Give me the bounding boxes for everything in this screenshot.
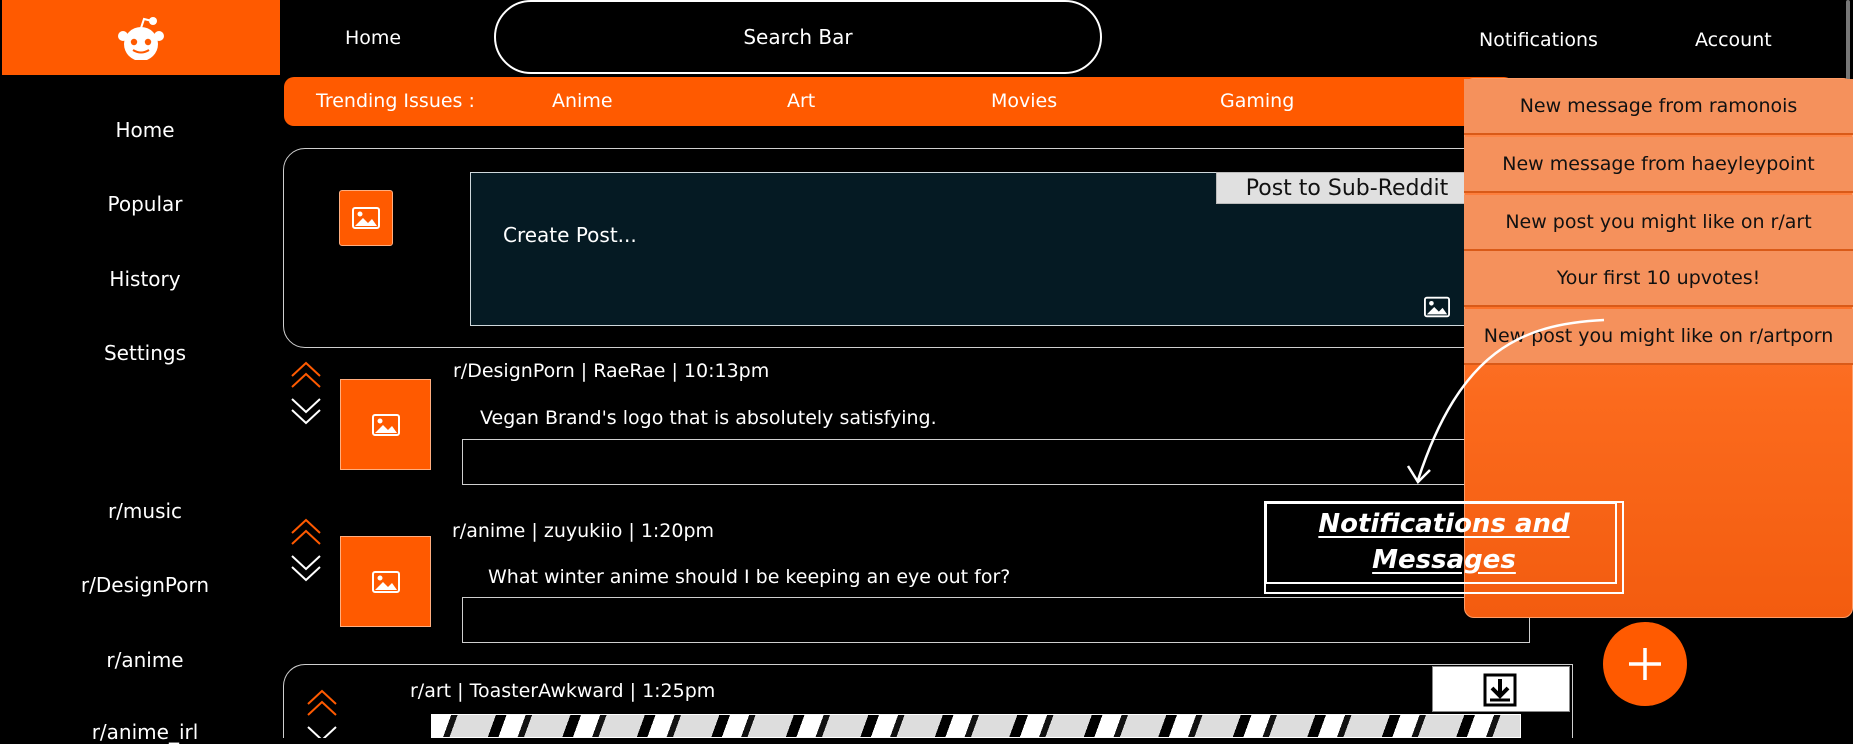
sidebar-community-anime-irl[interactable]: r/anime_irl — [0, 720, 290, 744]
annotation-arrow-icon — [1406, 318, 1605, 484]
sidebar-community-music[interactable]: r/music — [0, 499, 290, 523]
sidebar-item-popular[interactable]: Popular — [0, 192, 290, 216]
downvote-icon[interactable] — [290, 396, 322, 426]
trending-label: Trending Issues : — [316, 90, 475, 112]
trending-art[interactable]: Art — [787, 77, 815, 126]
search-input[interactable]: Search Bar — [494, 0, 1102, 74]
post-title[interactable]: What winter anime should I be keeping an… — [488, 566, 1010, 588]
post-thumbnail[interactable] — [340, 379, 431, 470]
upvote-icon[interactable] — [306, 688, 338, 718]
annotation-line-1: Notifications and — [1318, 509, 1570, 539]
trending-bar: Trending Issues : Anime Art Movies Gamin… — [284, 77, 1514, 126]
add-post-button[interactable] — [1603, 622, 1687, 706]
reddit-logo[interactable] — [2, 0, 280, 75]
download-button[interactable] — [1432, 666, 1570, 712]
user-avatar[interactable] — [339, 190, 393, 246]
annotation-line-2: Messages — [1372, 545, 1516, 575]
create-post-placeholder: Create Post... — [503, 223, 637, 247]
upvote-icon[interactable] — [290, 517, 322, 547]
image-icon — [371, 413, 400, 436]
image-icon — [352, 207, 380, 229]
trending-gaming[interactable]: Gaming — [1220, 77, 1294, 126]
notification-item[interactable]: Your first 10 upvotes! — [1464, 251, 1853, 307]
post-image[interactable] — [431, 714, 1521, 738]
post-meta[interactable]: r/DesignPorn | RaeRae | 10:13pm — [453, 360, 769, 382]
nav-home[interactable]: Home — [345, 27, 401, 49]
trending-movies[interactable]: Movies — [991, 77, 1057, 126]
sidebar-community-anime[interactable]: r/anime — [0, 648, 290, 672]
upvote-icon[interactable] — [290, 360, 322, 390]
sidebar-item-settings[interactable]: Settings — [0, 341, 290, 365]
post-to-subreddit-button[interactable]: Post to Sub-Reddit — [1216, 172, 1478, 204]
plus-icon — [1629, 648, 1661, 680]
annotation-text: Notifications and Messages — [1264, 506, 1624, 578]
image-icon — [371, 570, 400, 593]
nav-notifications[interactable]: Notifications — [1479, 29, 1598, 51]
trending-anime[interactable]: Anime — [552, 77, 613, 126]
notification-item[interactable]: New post you might like on r/art — [1464, 195, 1853, 251]
sidebar-item-history[interactable]: History — [0, 267, 290, 291]
notification-item[interactable]: New message from ramonois — [1464, 79, 1853, 135]
post-thumbnail[interactable] — [340, 536, 431, 627]
comment-input[interactable] — [462, 597, 1530, 643]
post-title[interactable]: Vegan Brand's logo that is absolutely sa… — [480, 407, 937, 429]
notification-item[interactable]: New message from haeyleypoint — [1464, 137, 1853, 193]
downvote-icon[interactable] — [306, 724, 338, 738]
reddit-alien-icon — [118, 16, 164, 60]
comment-input[interactable] — [462, 439, 1530, 485]
sidebar-community-designporn[interactable]: r/DesignPorn — [0, 573, 290, 597]
sidebar-item-home[interactable]: Home — [0, 118, 290, 142]
post-meta[interactable]: r/anime | zuyukiio | 1:20pm — [452, 520, 714, 542]
downvote-icon[interactable] — [290, 553, 322, 583]
nav-account[interactable]: Account — [1695, 29, 1772, 51]
post-meta[interactable]: r/art | ToasterAwkward | 1:25pm — [410, 680, 715, 702]
download-icon — [1483, 673, 1517, 707]
